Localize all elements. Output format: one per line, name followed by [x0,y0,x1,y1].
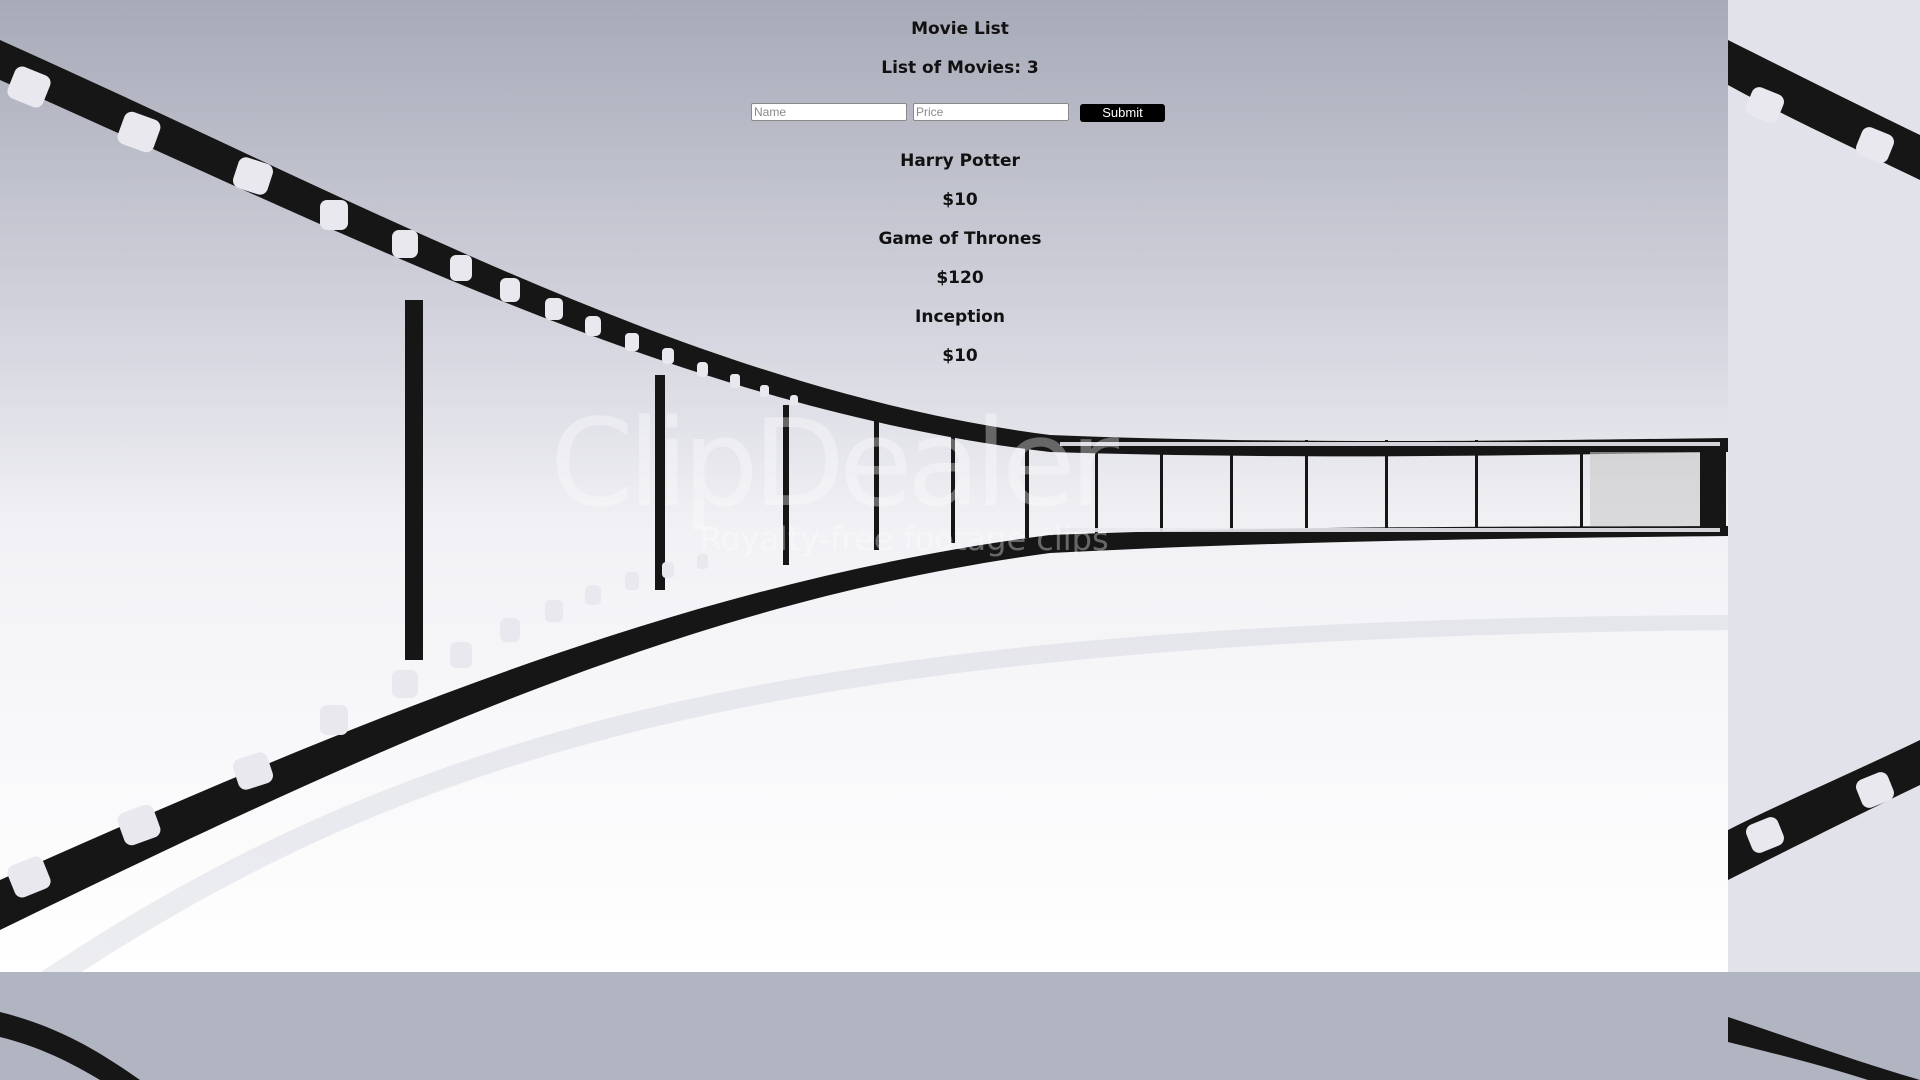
movie-name: Game of Thrones [878,229,1042,249]
background-film-strip [0,0,1728,972]
price-input[interactable] [913,103,1069,121]
film-strip-art [0,0,1728,972]
movie-price: $10 [942,190,978,210]
list-item: Inception $10 [0,306,1920,384]
list-item: Game of Thrones $120 [0,228,1920,306]
background-tile-bottom [0,972,1728,1080]
submit-button[interactable]: Submit [1080,104,1165,122]
movie-name: Inception [915,307,1005,327]
name-input[interactable] [751,103,907,121]
page-title: Movie List [911,19,1009,39]
list-item: Harry Potter $10 [0,150,1920,228]
background-tile-right [1728,0,1920,972]
movie-name: Harry Potter [900,151,1020,171]
movie-count: List of Movies: 3 [881,58,1039,78]
background-tile-corner [1728,972,1920,1080]
movie-list: Harry Potter $10 Game of Thrones $120 In… [0,150,1920,384]
movie-price: $120 [936,268,984,288]
movie-price: $10 [942,346,978,366]
